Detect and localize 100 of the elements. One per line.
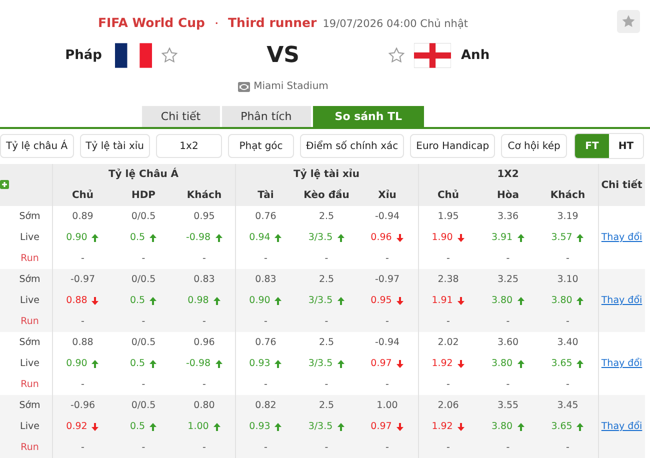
odds-value: 0.98 [188,295,221,306]
favorite-button[interactable] [617,10,640,33]
change-link[interactable]: Thay đổi [601,232,642,243]
up-arrow-icon [516,422,525,432]
column-header: Chủ [52,185,113,206]
up-arrow-icon [576,296,584,306]
odds-value: - [142,442,146,453]
match-datetime: 19/07/2026 04:00 Chủ nhật [322,18,468,30]
odds-value: 0.5 [130,421,158,432]
column-header: Xỉu [357,185,418,206]
competition-name[interactable]: FIFA World Cup [98,15,206,30]
up-arrow-icon [214,232,223,242]
up-arrow-icon [149,422,158,432]
add-icon[interactable] [0,180,9,190]
odds-value: - [81,442,84,453]
odds-value: 0.90 [249,295,282,306]
odds-value: 3/3.5 [308,358,345,369]
down-arrow-icon [396,232,404,242]
odds-value: 0.95 [194,211,215,222]
up-arrow-icon [274,232,282,242]
filter-button[interactable]: Cơ hội kép [501,134,568,158]
up-arrow-icon [91,358,100,368]
star-icon[interactable] [388,47,405,64]
odds-value: 0.94 [249,232,282,243]
down-arrow-icon [396,296,404,306]
odds-value: - [264,442,268,453]
odds-value: 1.92 [432,358,465,369]
odds-value: 3.40 [557,337,578,348]
flag-icon [414,43,451,68]
odds-value: 0.83 [194,274,215,285]
down-arrow-icon [91,422,100,432]
odds-value: 2.02 [438,337,459,348]
up-arrow-icon [274,422,282,432]
row-label: Live [8,353,52,374]
odds-value: 2.38 [438,274,459,285]
filter-button[interactable]: 1x2 [156,134,222,158]
stadium-name: Miami Stadium [254,81,328,92]
up-arrow-icon [274,296,282,306]
odds-value: 2.5 [318,337,334,348]
odds-value: 3.91 [491,232,525,243]
odds-value: 1.95 [438,211,459,222]
star-icon[interactable] [161,47,178,64]
filter-button[interactable]: Phạt góc [228,134,294,158]
filter-button[interactable]: Euro Handicap [410,134,496,158]
column-header: Kèo đầu [296,185,357,206]
filter-button[interactable]: Tỷ lệ châu Á [0,134,74,158]
odds-value: - [446,253,450,264]
odds-value: 3.45 [557,400,578,411]
odds-value: - [202,379,206,390]
odds-value: 3.80 [491,295,525,306]
odds-value: 1.91 [432,295,465,306]
odds-value: 3/3.5 [308,421,345,432]
odds-value: - [202,442,206,453]
odds-value: 0.5 [130,295,158,306]
odds-value: 0.89 [72,211,94,222]
odds-value: - [386,379,389,390]
odds-value: 0.93 [249,421,282,432]
stadium-icon [238,82,250,92]
up-arrow-icon [149,296,158,306]
down-arrow-icon [91,296,100,306]
up-arrow-icon [516,358,525,368]
separator-dot: ・ [211,16,222,31]
round-name: Third runner [228,15,317,30]
change-link[interactable]: Thay đổi [601,358,642,369]
group-header: Tỷ lệ tài xỉu [235,164,418,185]
change-link[interactable]: Thay đổi [601,421,642,432]
team-name: Anh [461,48,490,63]
odds-value: 0.88 [72,337,94,348]
odds-value: 0.96 [194,337,215,348]
tab[interactable]: So sánh TL [312,106,424,127]
odds-value: - [446,442,450,453]
odds-value: 0/0.5 [131,274,156,285]
filter-button[interactable]: Tỷ lệ tài xỉu [80,134,150,158]
odds-value: - [142,253,146,264]
odds-value: -0.97 [70,274,96,285]
odds-value: 0.95 [370,295,404,306]
column-header: Hòa [478,185,538,206]
odds-value: - [324,253,328,264]
tab[interactable]: Phân tích [222,106,311,127]
change-link[interactable]: Thay đổi [601,295,642,306]
tab[interactable]: Chi tiết [142,106,220,127]
up-arrow-icon [149,358,158,368]
odds-value: 0.90 [66,358,100,369]
odds-value: 0.88 [66,295,100,306]
up-arrow-icon [576,232,584,242]
period-toggle[interactable]: FT [575,134,609,158]
odds-value: 0.82 [255,400,276,411]
odds-value: - [506,379,510,390]
odds-value: - [81,253,84,264]
odds-value: -0.97 [374,274,400,285]
odds-value: 3/3.5 [308,232,345,243]
odds-value: 1.90 [432,232,465,243]
odds-value: - [506,316,510,327]
odds-value: - [566,253,570,264]
team-name: Pháp [65,48,102,63]
odds-value: - [446,316,450,327]
up-arrow-icon [212,422,221,432]
group-header: 1X2 [418,164,598,185]
filter-button[interactable]: Điểm số chính xác [300,134,404,158]
odds-value: 3.80 [491,421,525,432]
